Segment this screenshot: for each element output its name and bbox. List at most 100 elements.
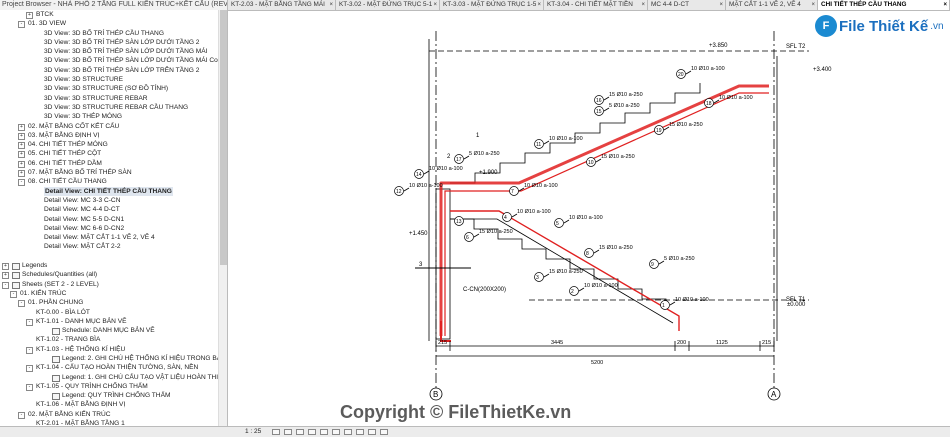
scrollbar-thumb[interactable] (220, 10, 227, 265)
tree-item[interactable]: +02. MẶT BẰNG CỐT KẾT CẤU (0, 122, 218, 131)
view-tab[interactable]: MC 4-4 D-CT × (648, 0, 726, 10)
collapse-icon[interactable]: - (26, 346, 33, 354)
tree-item[interactable]: -08. CHI TIẾT CẦU THANG (0, 177, 218, 187)
visual-style-icon[interactable] (284, 429, 292, 435)
tree-item[interactable]: 3D View: 3D THÉP MÓNG (0, 112, 218, 121)
tree-item[interactable]: +07. MẶT BẰNG BỐ TRÍ THÉP SÀN (0, 168, 218, 178)
tree-item[interactable]: 3D View: 3D BỐ TRÍ THÉP CẦU THANG (0, 29, 218, 38)
lock-3d-icon[interactable] (344, 429, 352, 435)
temporary-hide-icon[interactable] (356, 429, 364, 435)
tree-item[interactable]: Schedule: DANH MỤC BẢN VẼ (0, 326, 218, 336)
view-tab[interactable]: KT-2.03 - MẶT BẰNG TẦNG MÁI × (228, 0, 336, 10)
view-tab[interactable]: KT-3.04 - CHI TIẾT MẶT TIỀN × (544, 0, 648, 10)
expand-icon[interactable]: + (18, 160, 25, 168)
tree-item[interactable]: Detail View: MC 4-4 D-CT (0, 205, 218, 214)
tree-item[interactable]: Detail View: MC 5-5 D-CN1 (0, 215, 218, 224)
expand-icon[interactable]: + (18, 132, 25, 140)
project-browser-scrollbar[interactable] (218, 10, 227, 426)
section-mark-2: 2 (447, 154, 451, 160)
tree-item[interactable]: - KT-1.01 - DANH MỤC BẢN VẼ (0, 317, 218, 326)
view-tab[interactable]: KT-3.02 - MẶT ĐỨNG TRỤC 5-1 × (336, 0, 440, 10)
collapse-icon[interactable]: - (18, 300, 25, 308)
tree-item[interactable]: +06. CHI TIẾT THÉP DẦM (0, 159, 218, 168)
rebar-tag-number: 3 (536, 275, 539, 281)
expand-icon[interactable]: + (2, 263, 9, 271)
drawing-canvas[interactable]: B A 215 3445 200 1125 215 5200 +3.850 +3.400 +1.90… (229, 11, 950, 425)
analytical-model-icon[interactable] (380, 429, 388, 435)
detail-level-icon[interactable] (272, 429, 280, 435)
collapse-icon[interactable]: - (18, 411, 25, 419)
tree-item[interactable]: KT-1.02 - TRANG BÌA (0, 335, 218, 344)
rebar-tag-number: 19 (656, 128, 662, 134)
tree-item[interactable]: Detail View: MẶT CẮT 1-1 VẼ 2, VẼ 4 (0, 233, 218, 242)
rebar-tag-number: 12 (396, 189, 402, 195)
view-tab[interactable]: MẶT CẮT 1-1 VẼ 2, VẼ 4 × (726, 0, 818, 10)
tree-item-label: KT-1.03 - HỆ THỐNG KÍ HIỆU (36, 345, 126, 353)
tree-item[interactable]: 3D View: 3D STRUCTURE REBAR CẦU THANG (0, 103, 218, 112)
tree-item-label: Sheets (SET 2 - 2 LEVEL) (22, 280, 99, 288)
tree-item[interactable]: Legend: 2. GHI CHÚ HỆ THỐNG KÍ HIỆU TRON… (0, 354, 227, 363)
tree-item[interactable]: 3D View: 3D STRUCTURE REBAR (0, 94, 218, 103)
close-tab-icon[interactable]: × (433, 0, 437, 10)
tree-item[interactable]: 3D View: 3D STRUCTURE (0, 75, 218, 84)
copyright-watermark: Copyright © FileThietKe.vn (340, 402, 572, 422)
tree-item[interactable]: + Schedules/Quantities (all) (0, 270, 218, 280)
tree-item[interactable]: -01. 3D VIEW (0, 19, 218, 29)
collapse-icon[interactable]: - (18, 21, 25, 29)
tree-item[interactable]: 3D View: 3D BỐ TRÍ THÉP SÀN LỚP DƯỚI TẦN… (0, 38, 218, 47)
tree-item[interactable] (0, 252, 218, 261)
tree-item[interactable]: -02. MẶT BẰNG KIẾN TRÚC (0, 410, 218, 419)
expand-icon[interactable]: + (18, 142, 25, 150)
tree-item[interactable]: Legend: QUY TRÌNH CHỐNG THẤM (0, 391, 218, 401)
close-tab-icon[interactable]: × (811, 0, 815, 10)
collapse-icon[interactable]: - (10, 290, 17, 298)
tree-item[interactable]: - KT-1.03 - HỆ THỐNG KÍ HIỆU (0, 345, 218, 354)
tree-item[interactable]: 3D View: 3D STRUCTURE (SƠ ĐỒ TÍNH) (0, 84, 218, 93)
view-tab[interactable]: KT-3.03 - MẶT ĐỨNG TRỤC 1-5 × (440, 0, 544, 10)
tree-item[interactable]: - Sheets (SET 2 - 2 LEVEL) (0, 280, 218, 289)
sun-path-icon[interactable] (296, 429, 304, 435)
tree-item[interactable]: +05. CHI TIẾT THÉP CỘT (0, 149, 218, 159)
view-tab[interactable]: CHI TIẾT THÉP CẦU THANG × (818, 0, 950, 10)
expand-icon[interactable]: + (2, 272, 9, 280)
tree-item[interactable]: 3D View: 3D BỐ TRÍ THÉP SÀN LỚP TRÊN TẦN… (0, 66, 218, 75)
tree-item[interactable]: Legend: 1. GHI CHÚ CẤU TẠO VẬT LIỆU HOÀN… (0, 373, 227, 382)
tree-item[interactable]: 3D View: 3D BỐ TRÍ THÉP SÀN LỚP DƯỚI TẦN… (0, 47, 218, 56)
rebar-spec-text: 10 Ø10 a-100 (569, 215, 603, 221)
tree-item[interactable]: -01. PHẦN CHUNG (0, 298, 218, 308)
tree-item[interactable]: +04. CHI TIẾT THÉP MÓNG (0, 140, 218, 150)
tree-item[interactable]: Detail View: CHI TIẾT THÉP CẦU THANG (0, 186, 218, 196)
expand-icon[interactable]: + (18, 123, 25, 131)
collapse-icon[interactable]: - (26, 318, 33, 326)
tree-item[interactable]: KT-0.00 - BÌA LÓT (0, 308, 218, 317)
reveal-hidden-icon[interactable] (368, 429, 376, 435)
crop-view-icon[interactable] (320, 429, 328, 435)
collapse-icon[interactable]: - (26, 365, 33, 373)
close-tab-icon[interactable]: × (943, 0, 947, 10)
close-tab-icon[interactable]: × (719, 0, 723, 10)
tree-item[interactable]: + BTCK (0, 10, 218, 19)
tree-item[interactable]: KT-1.06 - MẶT BẰNG ĐỊNH VỊ (0, 400, 218, 409)
rebar-tag-number: 20 (678, 72, 684, 78)
tree-item[interactable]: Detail View: MC 3-3 C-CN (0, 196, 218, 205)
tree-item[interactable]: Detail View: MẶT CẮT 2-2 (0, 242, 218, 251)
tree-item[interactable]: - KT-1.04 - CẤU TẠO HOÀN THIỆN TƯỜNG, SÀN… (0, 363, 218, 373)
tree-item[interactable]: -01. KIẾN TRÚC (0, 289, 218, 298)
close-tab-icon[interactable]: × (537, 0, 541, 10)
collapse-icon[interactable]: - (26, 383, 33, 391)
tree-item[interactable]: - KT-1.05 - QUY TRÌNH CHỐNG THẤM (0, 382, 218, 391)
close-tab-icon[interactable]: × (329, 0, 333, 10)
expand-icon[interactable]: + (18, 151, 25, 159)
expand-icon[interactable]: + (26, 12, 33, 19)
expand-icon[interactable]: + (18, 170, 25, 178)
close-tab-icon[interactable]: × (641, 0, 645, 10)
tree-item[interactable]: Detail View: MC 6-6 D-CN2 (0, 224, 218, 233)
tree-item[interactable]: + Legends (0, 261, 218, 271)
tree-item[interactable]: 3D View: 3D BỐ TRÍ THÉP SÀN LỚP DƯỚI TẦN… (0, 56, 227, 65)
collapse-icon[interactable]: - (2, 281, 9, 289)
tree-item[interactable]: +03. MẶT BẰNG ĐỊNH VỊ (0, 131, 218, 140)
shadows-icon[interactable] (308, 429, 316, 435)
show-crop-icon[interactable] (332, 429, 340, 435)
collapse-icon[interactable]: - (18, 179, 25, 187)
view-type-icon (52, 393, 60, 401)
